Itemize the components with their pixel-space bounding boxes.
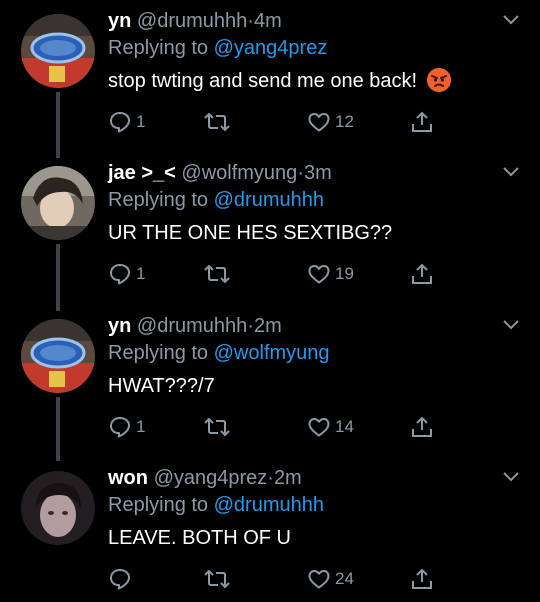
user-handle[interactable]: @drumuhhh [137, 315, 247, 337]
thread-line [56, 148, 60, 158]
retweet-button[interactable] [204, 414, 234, 440]
thread-line [56, 397, 60, 461]
avatar[interactable] [21, 471, 95, 545]
reply-icon [110, 112, 130, 133]
share-icon [412, 568, 432, 589]
share-button[interactable] [410, 261, 434, 287]
reply-prefix: Replying to [108, 37, 209, 59]
share-icon [412, 416, 432, 437]
reply-button[interactable]: 1 [108, 261, 145, 287]
display-name[interactable]: won [108, 467, 148, 489]
tweet-text: HWAT???/7 [108, 375, 215, 397]
like-count: 12 [335, 112, 354, 131]
reply-button[interactable]: 1 [108, 109, 145, 135]
chevron-down-icon[interactable] [502, 471, 520, 483]
like-button[interactable]: 12 [307, 109, 354, 135]
tweet-thread: yn @drumuhhh·4m Replying to @yang4prez s… [0, 0, 540, 602]
tweet-text: stop twting and send me one back! [108, 66, 518, 96]
like-button[interactable]: 24 [307, 566, 354, 592]
thread-line [56, 244, 60, 309]
tweet[interactable]: won @yang4prez·2m Replying to @drumuhhh … [0, 457, 540, 602]
timestamp[interactable]: 3m [304, 162, 332, 184]
heart-icon [308, 418, 330, 437]
reply-icon [110, 569, 130, 590]
heart-icon [308, 113, 330, 132]
retweet-icon [204, 264, 230, 284]
share-icon [412, 111, 432, 132]
tweet-text: LEAVE. BOTH OF U [108, 527, 291, 549]
reply-count: 1 [136, 417, 146, 436]
timestamp[interactable]: 2m [274, 467, 302, 489]
like-count: 19 [335, 264, 354, 283]
thread-line [56, 92, 60, 154]
heart-icon [308, 570, 330, 589]
like-count: 14 [335, 417, 354, 436]
tweet-text: UR THE ONE HES SEXTIBG?? [108, 222, 393, 244]
like-count: 24 [335, 569, 354, 588]
reply-count: 1 [136, 264, 146, 283]
reply-context: Replying to @wolfmyung [108, 339, 518, 367]
tweet-actions: 24 [108, 566, 438, 592]
share-icon [412, 263, 432, 284]
share-button[interactable] [410, 109, 434, 135]
retweet-icon [204, 569, 230, 589]
display-name[interactable]: yn [108, 315, 131, 337]
reply-prefix: Replying to [108, 189, 209, 211]
chevron-down-icon[interactable] [502, 166, 520, 178]
retweet-button[interactable] [204, 261, 234, 287]
display-name[interactable]: yn [108, 10, 131, 32]
chevron-down-icon[interactable] [502, 14, 520, 26]
reply-prefix: Replying to [108, 494, 209, 516]
reply-context: Replying to @drumuhhh [108, 491, 518, 519]
mention-link[interactable]: @drumuhhh [214, 189, 324, 211]
thread-line [56, 301, 60, 311]
share-button[interactable] [410, 566, 434, 592]
separator-dot: · [267, 467, 274, 489]
like-button[interactable]: 19 [307, 261, 354, 287]
user-handle[interactable]: @drumuhhh [137, 10, 247, 32]
avatar[interactable] [21, 166, 95, 240]
mention-link[interactable]: @wolfmyung [214, 342, 330, 364]
chevron-down-icon[interactable] [502, 319, 520, 331]
reply-icon [110, 417, 130, 438]
reply-button[interactable] [108, 566, 136, 592]
reply-icon [110, 264, 130, 285]
retweet-button[interactable] [204, 109, 234, 135]
mention-link[interactable]: @drumuhhh [214, 494, 324, 516]
tweet[interactable]: yn @drumuhhh·2m Replying to @wolfmyung H… [0, 301, 540, 461]
tweet-actions: 1 19 [108, 261, 438, 287]
retweet-icon [204, 417, 230, 437]
timestamp[interactable]: 2m [254, 315, 282, 337]
reply-button[interactable]: 1 [108, 414, 145, 440]
display-name[interactable]: jae >_< [108, 162, 176, 184]
tweet-text-body: stop twting and send me one back! [108, 70, 418, 92]
separator-dot: · [247, 315, 254, 337]
reply-context: Replying to @drumuhhh [108, 186, 518, 214]
retweet-button[interactable] [204, 566, 234, 592]
avatar[interactable] [21, 319, 95, 393]
reply-context: Replying to @yang4prez [108, 34, 518, 62]
user-handle[interactable]: @wolfmyung [181, 162, 297, 184]
like-button[interactable]: 14 [307, 414, 354, 440]
tweet[interactable]: jae >_< @wolfmyung·3m Replying to @drumu… [0, 148, 540, 309]
mention-link[interactable]: @yang4prez [214, 37, 328, 59]
tweet-actions: 1 12 [108, 109, 438, 135]
reply-prefix: Replying to [108, 342, 209, 364]
timestamp[interactable]: 4m [254, 10, 282, 32]
user-handle[interactable]: @yang4prez [154, 467, 268, 489]
retweet-icon [204, 112, 230, 132]
share-button[interactable] [410, 414, 434, 440]
heart-icon [308, 265, 330, 284]
separator-dot: · [297, 162, 304, 184]
avatar[interactable] [21, 14, 95, 88]
reply-count: 1 [136, 112, 146, 131]
tweet-actions: 1 14 [108, 414, 438, 440]
separator-dot: · [247, 10, 254, 32]
tweet[interactable]: yn @drumuhhh·4m Replying to @yang4prez s… [0, 0, 540, 154]
angry-face-icon [426, 68, 451, 92]
